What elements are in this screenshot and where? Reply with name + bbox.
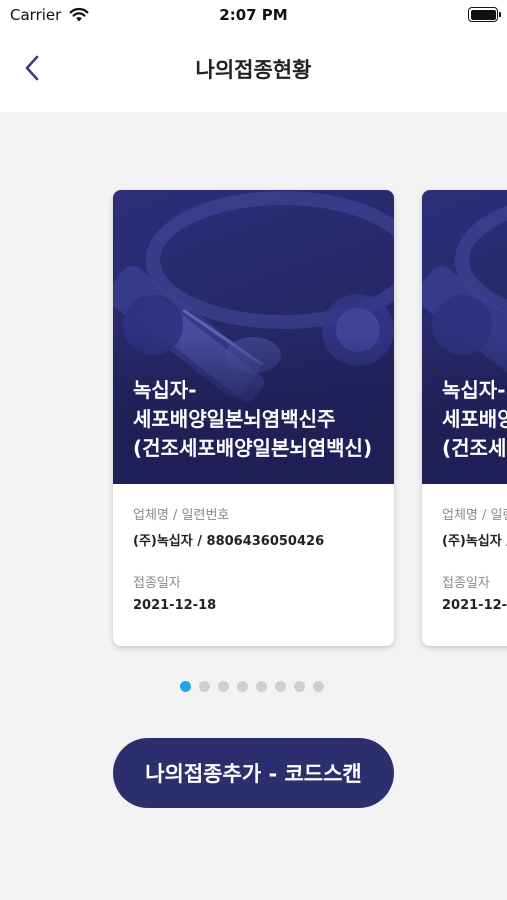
- add-vaccination-scan-button[interactable]: 나의접종추가 - 코드스캔: [113, 738, 394, 808]
- vendor-value: (주)녹십자 / 8806436050426: [133, 534, 325, 549]
- vendor-label: 업체명 / 일련번호: [133, 508, 230, 523]
- page-indicator: [0, 681, 507, 692]
- page-dot[interactable]: [312, 681, 324, 692]
- battery-icon: [468, 7, 501, 22]
- page-dot[interactable]: [198, 681, 210, 692]
- navigation-bar: 나의접종현황: [0, 30, 507, 112]
- vendor-label: 업체명 / 일련번호: [442, 508, 507, 523]
- card-info: 업체명 / 일련번호 (주)녹십자 / 8806436050426 접종일자 2…: [133, 504, 383, 636]
- page-dot[interactable]: [274, 681, 286, 692]
- vaccine-name: 녹십자-세포배양일본뇌염백신주(건조세포배양일본뇌염백신): [442, 378, 507, 460]
- page-dot[interactable]: [293, 681, 305, 692]
- page-dot[interactable]: [236, 681, 248, 692]
- page-dot[interactable]: [179, 681, 191, 692]
- date-value: 2021-12-18: [133, 598, 217, 613]
- card-background-image: 녹십자-세포배양일본뇌염백신주(건조세포배양일본뇌염백신): [422, 190, 507, 484]
- status-time: 2:07 PM: [219, 6, 288, 24]
- vaccination-card[interactable]: 녹십자-세포배양일본뇌염백신주(건조세포배양일본뇌염백신) 업체명 / 일련번호…: [422, 190, 507, 646]
- date-label: 접종일자: [133, 576, 181, 591]
- date-label: 접종일자: [442, 576, 490, 591]
- status-bar: Carrier 2:07 PM: [0, 0, 507, 30]
- card-info: 업체명 / 일련번호 (주)녹십자 / 8806436050426 접종일자 2…: [442, 504, 507, 636]
- page-dot[interactable]: [217, 681, 229, 692]
- vaccination-carousel[interactable]: 녹십자-세포배양일본뇌염백신주(건조세포배양일본뇌염백신) 업체명 / 일련번호…: [0, 112, 507, 672]
- vendor-value: (주)녹십자 / 8806436050426: [442, 534, 507, 549]
- page-title: 나의접종현황: [195, 58, 312, 82]
- date-value: 2021-12-18: [442, 598, 507, 613]
- page-dot[interactable]: [255, 681, 267, 692]
- vaccination-card[interactable]: 녹십자-세포배양일본뇌염백신주(건조세포배양일본뇌염백신) 업체명 / 일련번호…: [113, 190, 394, 646]
- card-background-image: 녹십자-세포배양일본뇌염백신주(건조세포배양일본뇌염백신): [113, 190, 394, 484]
- vaccine-name: 녹십자-세포배양일본뇌염백신주(건조세포배양일본뇌염백신): [133, 378, 373, 460]
